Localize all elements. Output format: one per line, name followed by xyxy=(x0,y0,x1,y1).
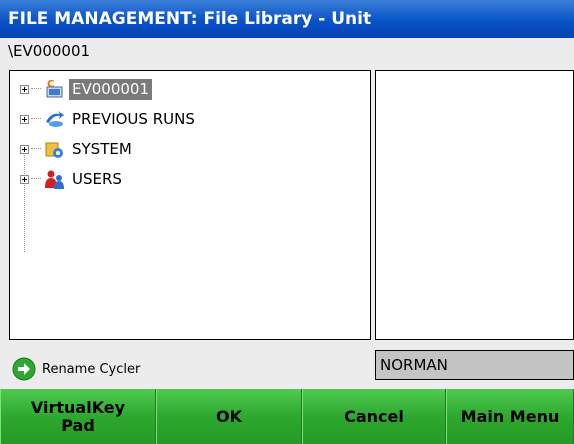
tree-dots xyxy=(31,118,41,120)
preview-panel xyxy=(375,70,574,340)
tree-dots xyxy=(31,88,41,90)
tree-dots xyxy=(31,148,41,150)
expand-icon[interactable] xyxy=(20,84,29,94)
rename-cycler-action[interactable]: Rename Cycler xyxy=(12,357,140,381)
current-path: \EV000001 xyxy=(8,42,91,60)
users-icon xyxy=(45,170,64,189)
tree-item-users[interactable]: USERS xyxy=(20,167,125,191)
previous-runs-icon xyxy=(46,111,64,127)
expand-icon[interactable] xyxy=(20,114,29,124)
tree-item-label: USERS xyxy=(72,169,122,188)
cycler-name-input[interactable]: NORMAN xyxy=(375,350,574,380)
tree-dots xyxy=(31,178,41,180)
main-menu-button[interactable]: Main Menu xyxy=(446,389,574,444)
tree-item-previous-runs[interactable]: PREVIOUS RUNS xyxy=(20,107,198,131)
tree-item-label: SYSTEM xyxy=(72,139,132,158)
file-tree-panel[interactable]: C EV000001 PREVIOUS RUNS SYSTEM USERS xyxy=(9,70,371,340)
unit-icon: C xyxy=(46,79,63,98)
expand-icon[interactable] xyxy=(20,174,29,184)
tree-item-label: EV000001 xyxy=(69,78,152,100)
rename-cycler-label: Rename Cycler xyxy=(42,361,141,377)
virtualkey-pad-button[interactable]: VirtualKey Pad xyxy=(0,389,156,444)
button-bar: VirtualKey Pad OK Cancel Main Menu xyxy=(0,389,574,444)
tree-item-system[interactable]: SYSTEM xyxy=(20,137,135,161)
green-arrow-icon[interactable] xyxy=(12,357,36,381)
window-title: FILE MANAGEMENT: File Library - Unit xyxy=(0,0,574,38)
svg-text:C: C xyxy=(47,79,54,90)
expand-icon[interactable] xyxy=(20,144,29,154)
system-icon xyxy=(45,142,63,158)
ok-button[interactable]: OK xyxy=(156,389,302,444)
cancel-button[interactable]: Cancel xyxy=(302,389,446,444)
tree-item-label: PREVIOUS RUNS xyxy=(72,109,195,128)
tree-item-ev000001[interactable]: C EV000001 xyxy=(20,77,152,101)
